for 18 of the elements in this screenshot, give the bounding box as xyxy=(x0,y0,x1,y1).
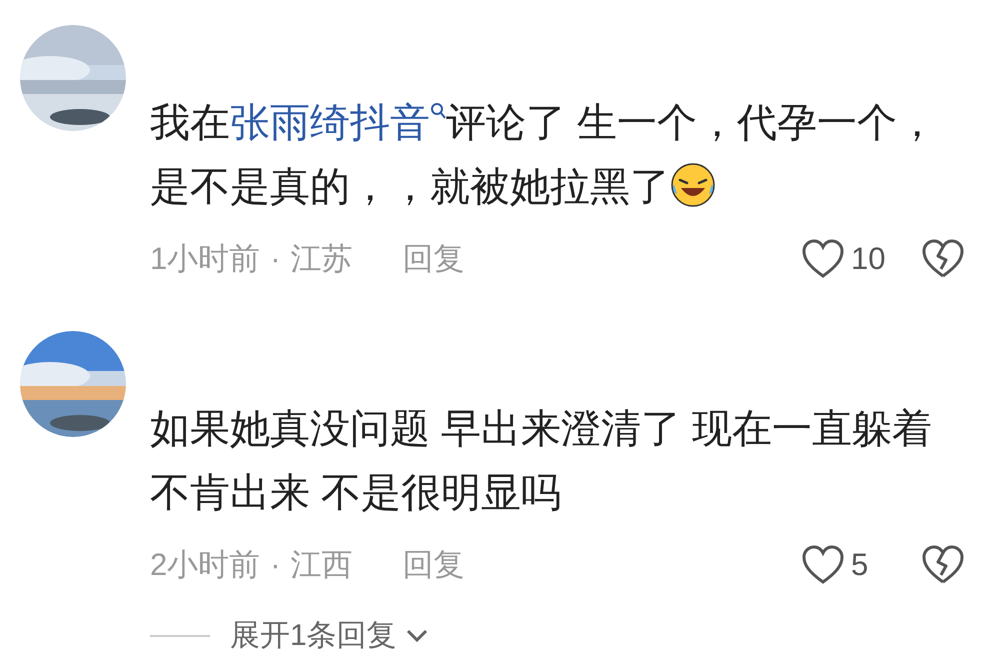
laughing-emoji-icon xyxy=(670,162,716,208)
comment-time: 1小时前 xyxy=(150,240,260,278)
dot-separator: · xyxy=(270,546,281,584)
comment-text: 如果她真没问题 早出来澄清了 现在一直躲着不肯出来 不是很明显吗 xyxy=(150,406,934,517)
heart-icon[interactable] xyxy=(801,545,845,585)
comment-text: 我在张雨绮抖音 评论了 生一个，代孕一个，是不是真的，，就被她拉黑了 xyxy=(150,100,938,211)
heart-icon[interactable] xyxy=(801,239,845,279)
comment-location: 江苏 xyxy=(290,240,353,278)
dot-separator: · xyxy=(270,240,281,278)
chevron-down-icon xyxy=(404,628,429,644)
broken-heart-icon[interactable] xyxy=(921,545,965,585)
search-link[interactable]: 张雨绮抖音 xyxy=(230,101,446,145)
comment-location: 江西 xyxy=(290,546,353,584)
like-count: 5 xyxy=(851,546,870,584)
broken-heart-icon[interactable] xyxy=(921,239,965,279)
comment-time: 2小时前 xyxy=(150,546,260,584)
like-count: 10 xyxy=(851,240,886,278)
expand-replies-button[interactable]: 展开1条回复 xyxy=(230,613,397,654)
